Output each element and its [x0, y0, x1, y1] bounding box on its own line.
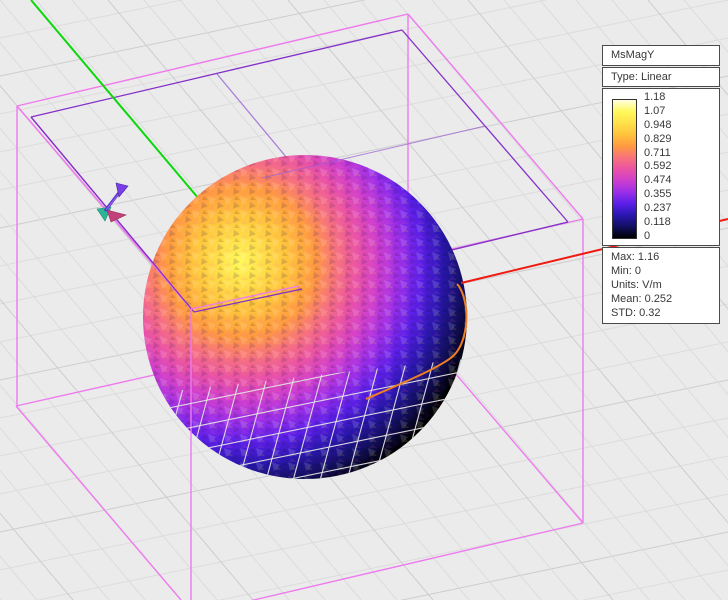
- legend-stat-line: Units: V/m: [611, 280, 719, 291]
- 3d-viewport[interactable]: MsMagY Type: Linear 1.18 1.07 0.948 0.829 0.…: [0, 0, 728, 600]
- colorbar-gradient: [612, 99, 637, 239]
- results-legend-panel[interactable]: MsMagY Type: Linear 1.18 1.07 0.948 0.829 0.…: [602, 45, 720, 325]
- legend-scale-type-box: Type: Linear: [602, 67, 720, 87]
- legend-colorbar-box: 1.18 1.07 0.948 0.829 0.711 0.592 0.474 0.355 0.…: [602, 88, 720, 246]
- colorbar-tick-label: 0.829: [644, 134, 672, 145]
- colorbar-tick-label: 0.711: [644, 148, 672, 159]
- colorbar-tick-label: 0: [644, 231, 672, 242]
- legend-stats-box: Max: 1.16 Min: 0 Units: V/m Mean: 0.252 STD:…: [602, 247, 720, 324]
- colorbar-tick-label: 0.592: [644, 161, 672, 172]
- legend-stat-line: Max: 1.16: [611, 252, 719, 263]
- legend-stat-line: STD: 0.32: [611, 308, 719, 319]
- colorbar-tick-label: 0.355: [644, 189, 672, 200]
- colorbar-tick-label: 1.07: [644, 106, 672, 117]
- legend-scale-type: Type: Linear: [611, 72, 672, 83]
- legend-title-box: MsMagY: [602, 45, 720, 66]
- colorbar-tick-label: 1.18: [644, 92, 672, 103]
- colorbar-tick-label: 0.237: [644, 203, 672, 214]
- legend-stat-line: Min: 0: [611, 266, 719, 277]
- colorbar-tick-label: 0.474: [644, 175, 672, 186]
- legend-title: MsMagY: [611, 50, 654, 61]
- colorbar-tick-label: 0.118: [644, 217, 672, 228]
- legend-stat-line: Mean: 0.252: [611, 294, 719, 305]
- colorbar-tick-labels: 1.18 1.07 0.948 0.829 0.711 0.592 0.474 0.355 0.…: [644, 92, 672, 242]
- colorbar-tick-label: 0.948: [644, 120, 672, 131]
